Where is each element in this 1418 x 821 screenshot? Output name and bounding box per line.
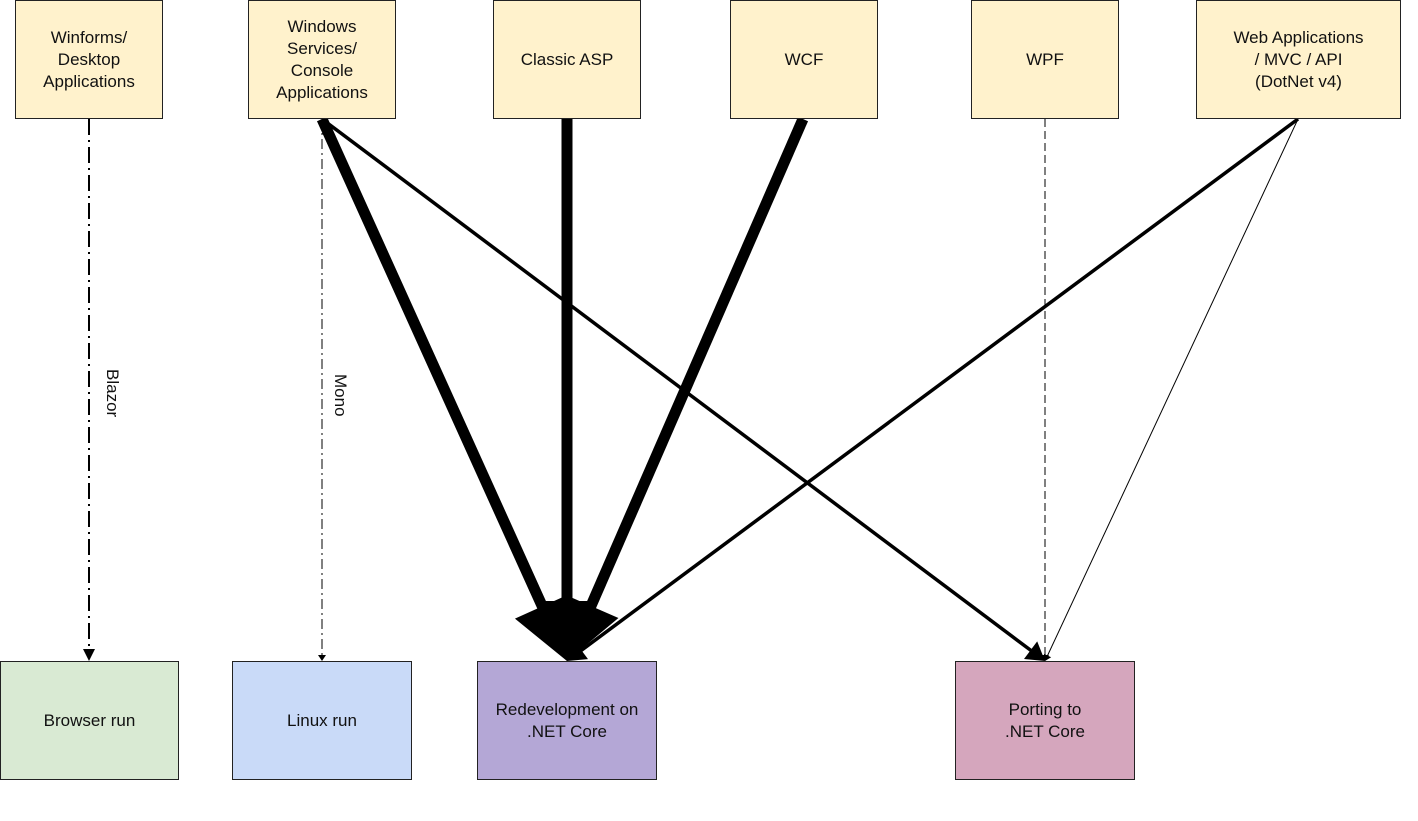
node-wpf[interactable]: WPF [971,0,1119,119]
node-label: WPF [1026,49,1064,69]
node-label: Windows Services/ Console Applications [276,16,368,102]
node-label: Browser run [43,710,136,730]
node-linux-run[interactable]: Linux run [232,661,412,780]
diagram-canvas [83,116,1300,661]
arrowhead-winforms-to-browser [83,649,95,661]
edge-wcf-to-redevelopment [585,116,809,611]
node-label: Redevelopment on .NET Core [495,699,639,741]
node-wcf[interactable]: WCF [730,0,878,119]
edge-winservices-to-redevelopment [316,116,549,611]
edges-layer [83,116,1300,661]
node-label: WCF [784,49,824,69]
edge-winservices-to-porting [320,117,1034,653]
arrowhead-winservices-to-porting [1023,641,1045,661]
node-browser-run[interactable]: Browser run [0,661,179,780]
node-classic-asp[interactable]: Classic ASP [493,0,641,119]
node-label: Web Applications / MVC / API (DotNet v4) [1233,27,1364,91]
edge-webapps-to-porting [1046,118,1299,658]
edge-label-blazor: Blazor [103,369,122,418]
node-label: Linux run [287,710,357,730]
node-label: Porting to .NET Core [1005,699,1085,741]
node-windows-services-console[interactable]: Windows Services/ Console Applications [248,0,396,119]
node-web-applications[interactable]: Web Applications / MVC / API (DotNet v4) [1196,0,1401,119]
node-label: Winforms/ Desktop Applications [43,27,135,91]
node-porting-net-core[interactable]: Porting to .NET Core [955,661,1135,780]
node-winforms-desktop[interactable]: Winforms/ Desktop Applications [15,0,163,119]
edge-label-mono: Mono [331,374,350,417]
node-redevelopment-net-core[interactable]: Redevelopment on .NET Core [477,661,657,780]
node-label: Classic ASP [520,49,614,69]
